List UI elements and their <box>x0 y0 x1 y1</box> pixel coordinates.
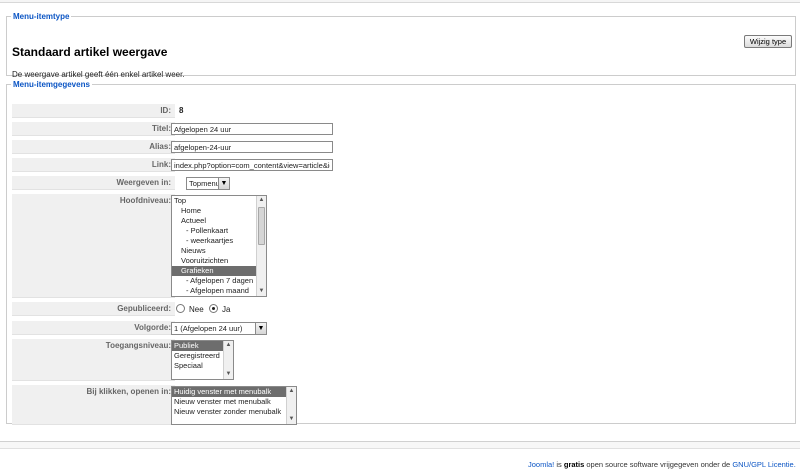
menu-item-type-fieldset: Menu-itemtype Standaard artikel weergave… <box>6 12 796 79</box>
parent-scrollbar[interactable]: ▲ ▼ <box>256 196 266 296</box>
list-option[interactable]: Vooruitzichten <box>172 256 266 266</box>
list-option[interactable]: Nieuw venster zonder menubalk <box>172 407 296 417</box>
menu-item-details-legend: Menu-itemgegevens <box>13 80 90 89</box>
access-label: Toegangsniveau: <box>12 339 175 381</box>
list-option[interactable]: Home <box>172 206 266 216</box>
title-input[interactable] <box>171 123 333 135</box>
list-option[interactable]: Nieuws <box>172 246 266 256</box>
chevron-down-icon[interactable]: ▼ <box>218 178 229 189</box>
list-option[interactable]: - Pollenkaart <box>172 226 266 236</box>
footer-is: is <box>554 460 564 469</box>
list-option[interactable]: - Afgelopen maand <box>172 286 266 296</box>
alias-input[interactable] <box>171 141 333 153</box>
scroll-up-icon[interactable]: ▲ <box>224 341 233 350</box>
footer-text: open source software vrijgegeven onder d… <box>584 460 733 469</box>
id-label: ID: <box>12 104 175 118</box>
id-value: 8 <box>179 106 184 115</box>
footer: Joomla! is gratis open source software v… <box>528 460 796 469</box>
link-label: Link: <box>12 158 175 172</box>
top-border <box>0 0 800 3</box>
menu-item-type-title: Standaard artikel weergave <box>12 45 168 59</box>
on-click-listbox[interactable]: Huidig venster met menubalk Nieuw venster… <box>171 386 297 425</box>
scroll-down-icon[interactable]: ▼ <box>287 415 296 424</box>
list-option[interactable]: - Afgelopen 7 dagen <box>172 276 266 286</box>
menu-item-type-description: De weergave artikel geeft één enkel arti… <box>12 70 185 79</box>
published-yes-label: Ja <box>222 305 231 314</box>
show-in-label: Weergeven in: <box>12 176 175 190</box>
parent-label: Hoofdniveau: <box>12 194 175 298</box>
parent-listbox[interactable]: Top Home Actueel - Pollenkaart - weerkaartje… <box>171 195 267 297</box>
chevron-down-icon[interactable]: ▼ <box>255 323 266 334</box>
list-option[interactable]: Nieuw venster met menubalk <box>172 397 296 407</box>
list-option[interactable]: Top <box>172 196 266 206</box>
published-label: Gepubliceerd: <box>12 302 175 316</box>
order-select[interactable]: 1 (Afgelopen 24 uur) ▼ <box>171 322 267 335</box>
scroll-down-icon[interactable]: ▼ <box>224 370 233 379</box>
list-option[interactable]: Actueel <box>172 216 266 226</box>
order-label: Volgorde: <box>12 321 175 335</box>
footer-gratis: gratis <box>563 460 585 469</box>
on-click-label: Bij klikken, openen in: <box>12 385 175 425</box>
alias-label: Alias: <box>12 140 175 154</box>
scroll-down-icon[interactable]: ▼ <box>257 287 266 296</box>
published-no-radio[interactable] <box>176 304 185 313</box>
link-input[interactable] <box>171 159 333 171</box>
published-yes-radio[interactable] <box>209 304 218 313</box>
change-type-button[interactable]: Wijzig type <box>744 35 792 48</box>
menu-item-type-legend: Menu-itemtype <box>13 12 70 21</box>
list-option[interactable]: Grafieken <box>172 266 266 276</box>
scroll-up-icon[interactable]: ▲ <box>257 196 266 205</box>
footer-divider <box>0 441 800 449</box>
show-in-select[interactable]: Topmenu ▼ <box>186 177 230 190</box>
order-value: 1 (Afgelopen 24 uur) <box>174 324 243 333</box>
access-listbox[interactable]: Publiek Geregistreerd Speciaal ▲ ▼ <box>171 340 234 380</box>
list-option[interactable]: Huidig venster met menubalk <box>172 387 296 397</box>
menu-item-details-fieldset: Menu-itemgegevens ID: 8 Titel: Alias: Li… <box>6 80 796 425</box>
scroll-thumb[interactable] <box>258 207 265 245</box>
published-no-label: Nee <box>189 305 204 314</box>
scroll-up-icon[interactable]: ▲ <box>287 387 296 396</box>
title-label: Titel: <box>12 122 175 136</box>
list-option[interactable]: - weerkaartjes <box>172 236 266 246</box>
joomla-link[interactable]: Joomla! <box>528 460 554 469</box>
on-click-scrollbar[interactable]: ▲ ▼ <box>286 387 296 424</box>
access-scrollbar[interactable]: ▲ ▼ <box>223 341 233 379</box>
license-link[interactable]: GNU/GPL Licentie. <box>732 460 796 469</box>
show-in-value: Topmenu <box>189 179 220 188</box>
